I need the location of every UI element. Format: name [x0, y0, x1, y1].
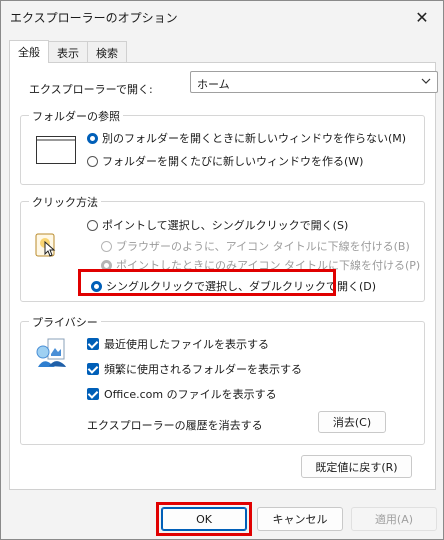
explorer-options-dialog: エクスプローラーのオプション ✕ 全般 表示 検索 エクスプローラーで開く: ホ… — [0, 0, 444, 540]
title-bar: エクスプローラーのオプション ✕ — [1, 1, 443, 33]
radio-underline-hover-label: ポイントしたときにのみアイコン タイトルに下線を付ける(P) — [116, 259, 421, 272]
radio-indicator — [101, 259, 112, 271]
folder-browse-legend: フォルダーの参照 — [29, 108, 123, 124]
check-recent-files-label: 最近使用したファイルを表示する — [104, 338, 269, 351]
radio-underline-always[interactable]: ブラウザーのように、アイコン タイトルに下線を付ける(B) — [101, 238, 410, 254]
privacy-legend: プライバシー — [29, 314, 101, 330]
radio-new-window[interactable]: フォルダーを開くたびに新しいウィンドウを作る(W) — [87, 153, 363, 169]
radio-underline-hover[interactable]: ポイントしたときにのみアイコン タイトルに下線を付ける(P) — [101, 257, 420, 273]
radio-indicator — [87, 155, 98, 167]
tab-general[interactable]: 全般 — [9, 40, 49, 63]
checkbox-indicator — [87, 388, 99, 400]
close-icon[interactable]: ✕ — [401, 1, 443, 33]
chevron-down-icon — [421, 76, 431, 89]
radio-same-window-label: 別のフォルダーを開くときに新しいウィンドウを作らない(M) — [102, 132, 407, 145]
check-frequent-folders-label: 頻繁に使用されるフォルダーを表示する — [104, 363, 302, 376]
radio-double-click[interactable]: シングルクリックで選択し、ダブルクリックで開く(D) — [91, 278, 376, 294]
privacy-group: プライバシー 最近使用したファイルを表示する 頻繁に使用されるフォルダーを表示す… — [20, 314, 425, 445]
open-explorer-row: エクスプローラーで開く: ホーム — [29, 71, 438, 97]
tab-view[interactable]: 表示 — [48, 41, 88, 63]
radio-single-click-label: ポイントして選択し、シングルクリックで開く(S) — [102, 219, 349, 232]
radio-same-window[interactable]: 別のフォルダーを開くときに新しいウィンドウを作らない(M) — [87, 130, 406, 146]
radio-indicator — [87, 132, 98, 144]
radio-indicator — [91, 280, 102, 292]
click-method-group: クリック方法 ポイントして選択し、シングルクリックで開く(S) ブラウザーのよう… — [20, 194, 425, 302]
pointer-click-icon — [34, 232, 62, 263]
tab-search[interactable]: 検索 — [87, 41, 127, 63]
restore-defaults-button[interactable]: 既定値に戻す(R) — [301, 455, 412, 478]
general-tab-panel: エクスプローラーで開く: ホーム フォルダーの参照 別のフォルダーを開くときに新… — [9, 62, 438, 490]
check-frequent-folders[interactable]: 頻繁に使用されるフォルダーを表示する — [87, 361, 302, 377]
clear-history-button[interactable]: 消去(C) — [318, 411, 386, 433]
open-explorer-label: エクスプローラーで開く: — [29, 83, 153, 96]
apply-button[interactable]: 適用(A) — [351, 507, 437, 531]
radio-new-window-label: フォルダーを開くたびに新しいウィンドウを作る(W) — [102, 155, 364, 168]
checkbox-indicator — [87, 338, 99, 350]
radio-underline-always-label: ブラウザーのように、アイコン タイトルに下線を付ける(B) — [116, 240, 410, 253]
clear-history-label: エクスプローラーの履歴を消去する — [87, 419, 263, 432]
radio-double-click-label: シングルクリックで選択し、ダブルクリックで開く(D) — [106, 280, 377, 293]
open-explorer-value: ホーム — [197, 78, 230, 91]
folder-browse-group: フォルダーの参照 別のフォルダーを開くときに新しいウィンドウを作らない(M) フ… — [20, 108, 425, 185]
open-explorer-dropdown[interactable]: ホーム — [190, 71, 438, 93]
check-recent-files[interactable]: 最近使用したファイルを表示する — [87, 336, 269, 352]
radio-indicator — [87, 219, 98, 231]
ok-button[interactable]: OK — [161, 507, 247, 531]
privacy-icon — [34, 336, 68, 373]
window-preview-icon — [36, 136, 76, 167]
check-office-files[interactable]: Office.com のファイルを表示する — [87, 386, 277, 402]
cancel-button[interactable]: キャンセル — [257, 507, 343, 531]
check-office-files-label: Office.com のファイルを表示する — [104, 388, 277, 401]
checkbox-indicator — [87, 363, 99, 375]
tab-strip: 全般 表示 検索 — [9, 40, 127, 63]
window-title: エクスプローラーのオプション — [10, 11, 178, 25]
click-method-legend: クリック方法 — [29, 194, 101, 210]
radio-single-click[interactable]: ポイントして選択し、シングルクリックで開く(S) — [87, 217, 348, 233]
radio-indicator — [101, 240, 112, 252]
